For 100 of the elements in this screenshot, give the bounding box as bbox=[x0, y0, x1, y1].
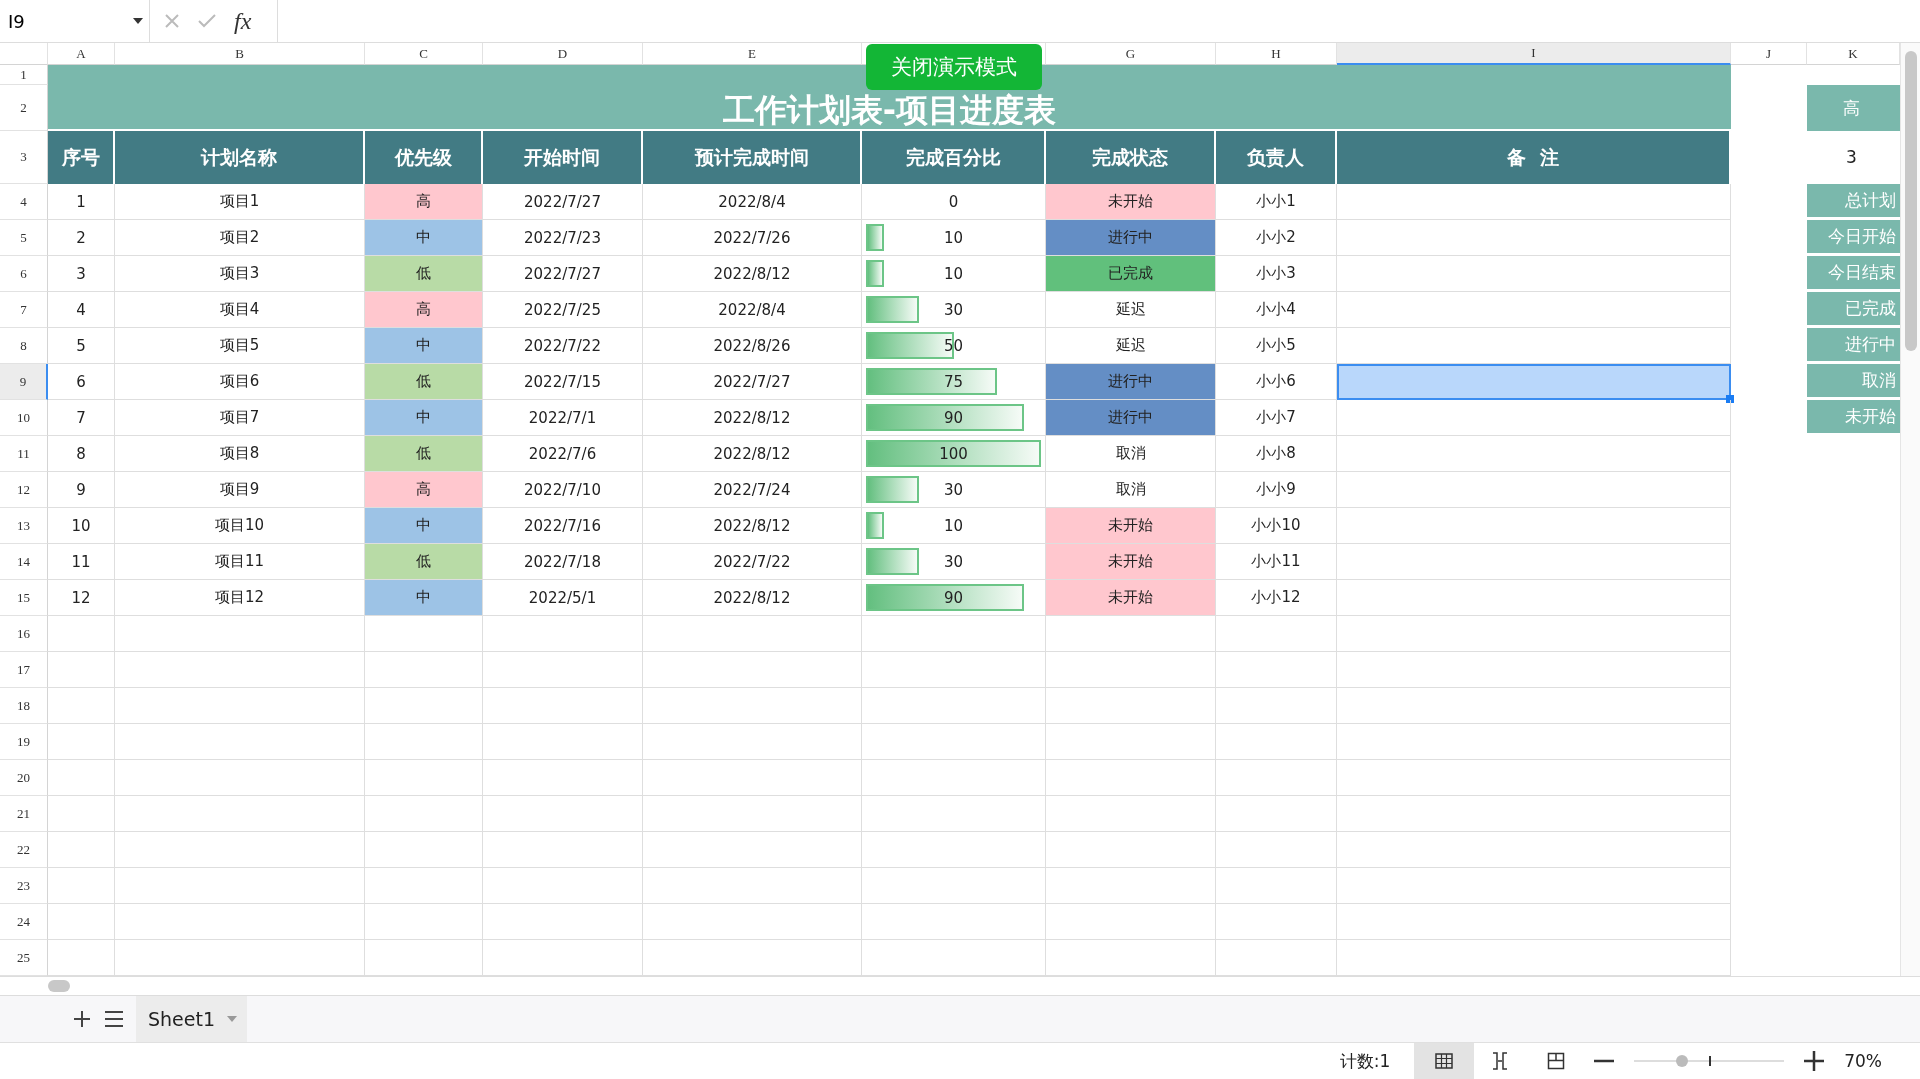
table-cell[interactable] bbox=[862, 868, 1046, 904]
table-cell[interactable] bbox=[483, 904, 643, 940]
table-cell[interactable] bbox=[862, 904, 1046, 940]
row-number[interactable]: 24 bbox=[0, 904, 48, 940]
table-cell[interactable] bbox=[643, 796, 862, 832]
table-cell[interactable] bbox=[643, 688, 862, 724]
table-cell[interactable] bbox=[365, 940, 483, 976]
table-cell[interactable] bbox=[115, 652, 365, 688]
table-cell[interactable] bbox=[48, 724, 115, 760]
table-cell[interactable] bbox=[643, 616, 862, 652]
table-cell[interactable] bbox=[1216, 688, 1337, 724]
table-cell[interactable] bbox=[365, 724, 483, 760]
table-cell[interactable] bbox=[1337, 544, 1731, 580]
table-cell[interactable] bbox=[1337, 652, 1731, 688]
name-box[interactable]: I9 bbox=[0, 0, 150, 42]
table-cell[interactable] bbox=[862, 724, 1046, 760]
table-cell[interactable] bbox=[1337, 256, 1731, 292]
table-cell[interactable] bbox=[115, 832, 365, 868]
table-cell[interactable] bbox=[1216, 832, 1337, 868]
table-cell[interactable] bbox=[1337, 472, 1731, 508]
vertical-scrollbar[interactable] bbox=[1900, 43, 1920, 976]
zoom-out-icon[interactable] bbox=[1594, 1059, 1615, 1063]
table-cell[interactable] bbox=[1046, 760, 1216, 796]
table-cell[interactable] bbox=[1046, 940, 1216, 976]
table-cell[interactable] bbox=[115, 796, 365, 832]
table-cell[interactable] bbox=[1337, 400, 1731, 436]
row-number[interactable]: 16 bbox=[0, 616, 48, 652]
table-cell[interactable] bbox=[365, 904, 483, 940]
table-cell[interactable] bbox=[1216, 724, 1337, 760]
table-cell[interactable] bbox=[483, 940, 643, 976]
table-cell[interactable] bbox=[48, 616, 115, 652]
table-cell[interactable] bbox=[1337, 832, 1731, 868]
table-cell[interactable] bbox=[1337, 796, 1731, 832]
table-cell[interactable] bbox=[1337, 508, 1731, 544]
table-cell[interactable] bbox=[1337, 904, 1731, 940]
dropdown-icon[interactable] bbox=[133, 18, 143, 24]
table-cell[interactable] bbox=[48, 652, 115, 688]
row-number[interactable]: 20 bbox=[0, 760, 48, 796]
column-header[interactable]: J bbox=[1731, 43, 1807, 65]
table-cell[interactable] bbox=[1337, 292, 1731, 328]
table-cell[interactable] bbox=[483, 760, 643, 796]
sheet-tab[interactable]: Sheet1 bbox=[136, 996, 248, 1042]
table-cell[interactable] bbox=[48, 832, 115, 868]
table-cell[interactable] bbox=[483, 688, 643, 724]
row-number[interactable]: 18 bbox=[0, 688, 48, 724]
menu-icon[interactable] bbox=[104, 1010, 124, 1028]
table-cell[interactable] bbox=[1337, 760, 1731, 796]
table-cell[interactable] bbox=[643, 940, 862, 976]
table-cell[interactable] bbox=[1337, 220, 1731, 256]
table-cell[interactable] bbox=[1337, 436, 1731, 472]
row-number[interactable]: 7 bbox=[0, 292, 48, 328]
selected-cell[interactable] bbox=[1337, 364, 1731, 400]
table-cell[interactable] bbox=[365, 832, 483, 868]
table-cell[interactable] bbox=[483, 796, 643, 832]
table-cell[interactable] bbox=[1046, 652, 1216, 688]
table-cell[interactable] bbox=[48, 796, 115, 832]
table-cell[interactable] bbox=[1046, 832, 1216, 868]
table-cell[interactable] bbox=[1046, 724, 1216, 760]
table-cell[interactable] bbox=[365, 688, 483, 724]
table-cell[interactable] bbox=[1046, 904, 1216, 940]
table-cell[interactable] bbox=[48, 940, 115, 976]
table-cell[interactable] bbox=[643, 868, 862, 904]
table-cell[interactable] bbox=[1046, 796, 1216, 832]
table-cell[interactable] bbox=[862, 616, 1046, 652]
table-cell[interactable] bbox=[643, 832, 862, 868]
row-number[interactable]: 13 bbox=[0, 508, 48, 544]
table-cell[interactable] bbox=[1216, 616, 1337, 652]
select-all-corner[interactable] bbox=[0, 43, 48, 65]
table-cell[interactable] bbox=[48, 688, 115, 724]
row-number[interactable]: 19 bbox=[0, 724, 48, 760]
function-button[interactable]: fx bbox=[234, 7, 252, 35]
table-cell[interactable] bbox=[1337, 616, 1731, 652]
table-cell[interactable] bbox=[365, 868, 483, 904]
table-cell[interactable] bbox=[48, 904, 115, 940]
column-header[interactable]: I bbox=[1337, 43, 1731, 65]
table-cell[interactable] bbox=[643, 760, 862, 796]
confirm-icon[interactable] bbox=[198, 14, 216, 28]
table-cell[interactable] bbox=[483, 832, 643, 868]
table-cell[interactable] bbox=[48, 868, 115, 904]
table-cell[interactable] bbox=[115, 688, 365, 724]
table-cell[interactable] bbox=[115, 940, 365, 976]
table-cell[interactable] bbox=[1337, 580, 1731, 616]
table-cell[interactable] bbox=[862, 760, 1046, 796]
table-cell[interactable] bbox=[483, 724, 643, 760]
table-cell[interactable] bbox=[1216, 796, 1337, 832]
cancel-icon[interactable] bbox=[164, 13, 180, 29]
table-cell[interactable] bbox=[48, 760, 115, 796]
table-cell[interactable] bbox=[862, 688, 1046, 724]
row-number[interactable]: 12 bbox=[0, 472, 48, 508]
row-number[interactable]: 25 bbox=[0, 940, 48, 976]
table-cell[interactable] bbox=[1216, 868, 1337, 904]
zoom-in-icon[interactable] bbox=[1804, 1051, 1825, 1071]
table-cell[interactable] bbox=[1046, 616, 1216, 652]
table-cell[interactable] bbox=[1216, 940, 1337, 976]
horizontal-scrollbar[interactable] bbox=[0, 976, 1920, 996]
table-cell[interactable] bbox=[1337, 688, 1731, 724]
table-cell[interactable] bbox=[1337, 868, 1731, 904]
grid-view-icon[interactable] bbox=[1414, 1043, 1475, 1079]
table-cell[interactable] bbox=[1216, 904, 1337, 940]
add-icon[interactable] bbox=[72, 1009, 92, 1029]
